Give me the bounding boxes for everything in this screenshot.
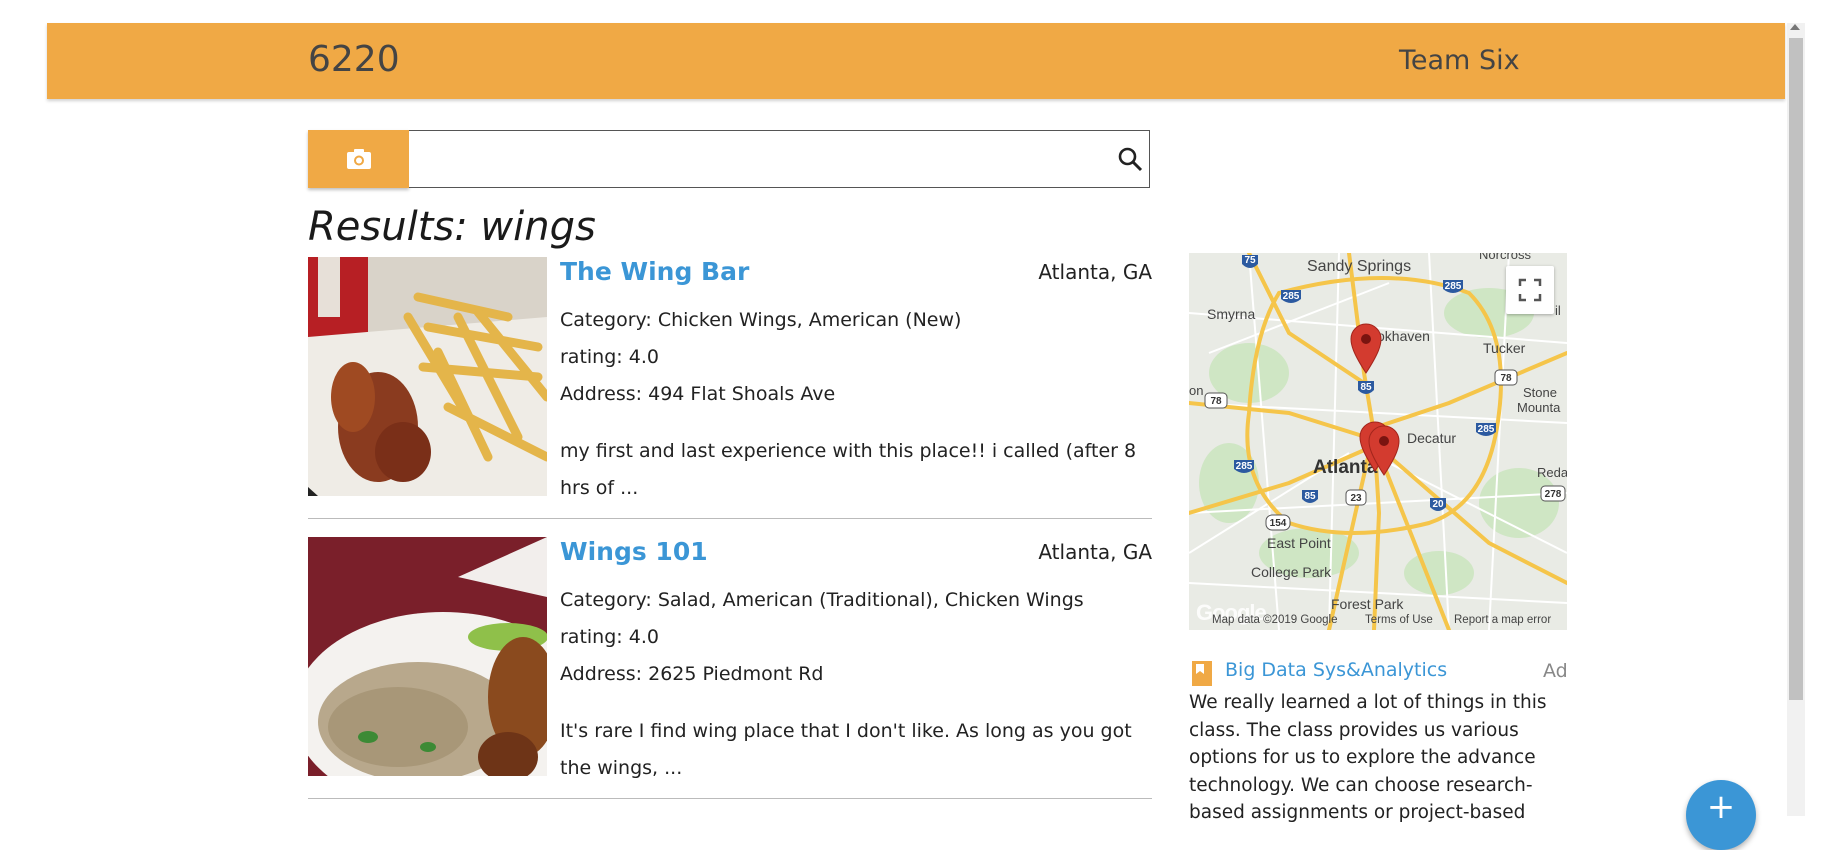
map-label: Decatur xyxy=(1407,430,1456,446)
result-category: Category: Salad, American (Traditional),… xyxy=(560,589,1084,611)
results-title: Results: wings xyxy=(308,204,596,250)
map-label: Smyrna xyxy=(1207,306,1255,322)
ad-title-link[interactable]: Big Data Sys&Analytics xyxy=(1225,659,1447,681)
map-footer: Map data ©2019 Google Terms of Use Repor… xyxy=(1189,611,1567,630)
highway-shield: 23 xyxy=(1345,489,1367,506)
search-input[interactable] xyxy=(409,130,1150,188)
result-location: Atlanta, GA xyxy=(1038,540,1152,564)
result-name[interactable]: The Wing Bar xyxy=(560,257,749,286)
plus-icon: + xyxy=(1706,787,1736,827)
highway-shield: 78 xyxy=(1204,392,1228,409)
result-divider xyxy=(308,798,1152,799)
result-category: Category: Chicken Wings, American (New) xyxy=(560,309,962,331)
highway-shield: 78 xyxy=(1494,369,1518,386)
ad-badge: Ad xyxy=(1543,660,1568,682)
map-terms-link[interactable]: Terms of Use xyxy=(1365,614,1433,626)
result-snippet: It's rare I find wing place that I don't… xyxy=(560,720,1132,779)
map-label: Mounta xyxy=(1517,400,1561,415)
map-report-link[interactable]: Report a map error xyxy=(1454,614,1551,626)
map-label: il xyxy=(1555,303,1561,318)
map-label: okhaven xyxy=(1377,328,1430,344)
svg-text:23: 23 xyxy=(1350,493,1362,504)
result-divider xyxy=(308,518,1152,519)
highway-shield: 285 xyxy=(1281,290,1301,303)
map-label: East Point xyxy=(1267,535,1331,551)
result-name[interactable]: Wings 101 xyxy=(560,537,708,566)
svg-text:85: 85 xyxy=(1304,491,1316,502)
search-icon[interactable] xyxy=(1117,146,1143,172)
result-snippet: my first and last experience with this p… xyxy=(560,440,1137,499)
search-bar xyxy=(308,130,1152,190)
highway-shield: 285 xyxy=(1234,460,1254,473)
result-location: Atlanta, GA xyxy=(1038,260,1152,284)
svg-text:78: 78 xyxy=(1500,373,1512,384)
svg-text:20: 20 xyxy=(1432,499,1444,510)
svg-text:285: 285 xyxy=(1478,424,1495,435)
result-rating: rating: 4.0 xyxy=(560,346,659,368)
highway-shield: 285 xyxy=(1443,280,1463,293)
svg-text:85: 85 xyxy=(1360,382,1372,393)
image-search-button[interactable] xyxy=(308,130,409,188)
map-label: Stone xyxy=(1523,385,1557,400)
result-address: Address: 2625 Piedmont Rd xyxy=(560,663,824,685)
svg-text:78: 78 xyxy=(1210,396,1222,407)
top-app-bar: 6220 Team Six xyxy=(47,23,1785,99)
highway-shield: 285 xyxy=(1476,423,1496,436)
scroll-up-arrow-icon[interactable] xyxy=(1790,24,1800,30)
map-fullscreen-button[interactable] xyxy=(1506,266,1554,314)
bookmark-icon xyxy=(1192,661,1212,686)
map-label: Forest Park xyxy=(1331,596,1404,612)
result-photo[interactable] xyxy=(308,257,547,496)
result-address: Address: 494 Flat Shoals Ave xyxy=(560,383,836,405)
ad-text: We really learned a lot of things in thi… xyxy=(1189,692,1547,823)
map-label: Reda xyxy=(1537,465,1567,480)
map-label: Norcross xyxy=(1479,253,1532,262)
svg-text:278: 278 xyxy=(1545,489,1562,500)
brand-title[interactable]: 6220 xyxy=(308,39,400,80)
fullscreen-icon xyxy=(1518,278,1542,302)
svg-text:154: 154 xyxy=(1270,518,1287,529)
map-label: Sandy Springs xyxy=(1307,258,1411,275)
svg-text:75: 75 xyxy=(1244,255,1256,266)
camera-icon xyxy=(346,149,371,169)
result-rating: rating: 4.0 xyxy=(560,626,659,648)
map-label: Tucker xyxy=(1483,340,1526,356)
map-label: College Park xyxy=(1251,564,1332,580)
svg-text:285: 285 xyxy=(1283,291,1300,302)
map-data-credit: Map data ©2019 Google xyxy=(1212,614,1338,626)
highway-shield: 154 xyxy=(1265,514,1291,531)
map-label: on xyxy=(1189,383,1203,398)
svg-text:285: 285 xyxy=(1236,461,1253,472)
svg-text:285: 285 xyxy=(1445,281,1462,292)
add-fab-button[interactable]: + xyxy=(1686,780,1756,850)
result-photo[interactable] xyxy=(308,537,547,776)
highway-shield: 278 xyxy=(1540,485,1566,502)
scrollbar-thumb[interactable] xyxy=(1789,38,1803,700)
team-name: Team Six xyxy=(1399,45,1520,76)
